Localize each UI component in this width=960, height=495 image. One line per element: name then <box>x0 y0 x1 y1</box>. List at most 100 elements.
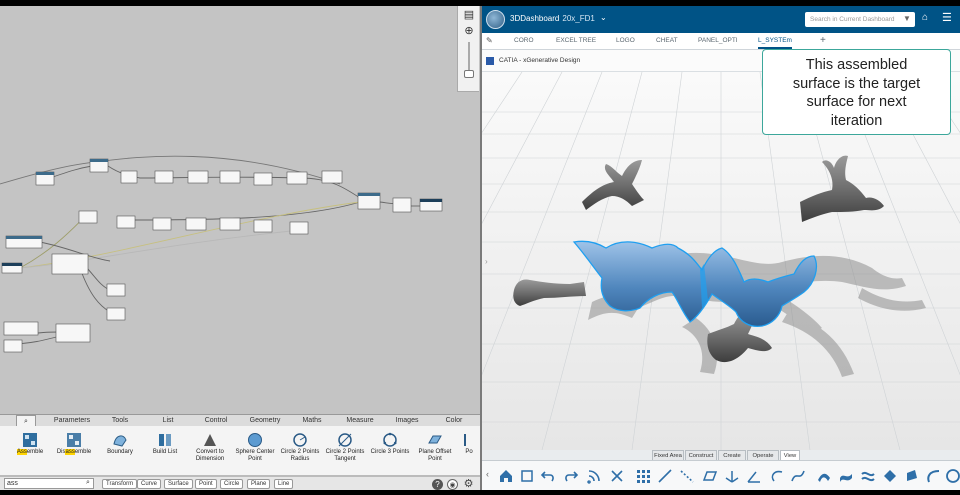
node-canvas[interactable] <box>0 6 480 420</box>
compass-icon[interactable] <box>486 10 505 29</box>
section-operate[interactable]: Operate <box>747 450 779 460</box>
section-view[interactable]: View <box>780 450 800 460</box>
build-list-button[interactable]: Build List <box>143 429 187 473</box>
node[interactable] <box>106 283 126 297</box>
polyline-button[interactable] <box>678 466 696 486</box>
node[interactable] <box>219 170 241 184</box>
node[interactable] <box>1 262 23 274</box>
section-construct[interactable]: Construct <box>685 450 717 460</box>
node[interactable] <box>154 170 174 184</box>
node[interactable] <box>289 221 309 235</box>
node[interactable] <box>116 215 136 229</box>
node[interactable] <box>219 217 241 231</box>
dashboard-title[interactable]: 3DDashboard 20x_FD1 <box>510 14 595 23</box>
map-icon[interactable]: ▤ <box>462 8 476 22</box>
circle-arc-button[interactable] <box>767 466 785 486</box>
redo-button[interactable] <box>562 466 580 486</box>
sphere-center-button[interactable]: Sphere Center Point <box>233 429 277 473</box>
curve-tool-button[interactable] <box>924 466 942 486</box>
node[interactable] <box>185 217 207 231</box>
node[interactable] <box>419 198 443 212</box>
filter-chip[interactable]: Line <box>274 479 294 489</box>
node[interactable] <box>3 339 23 353</box>
eye-icon[interactable]: ◉ <box>447 479 458 490</box>
curve-tool-icon <box>927 470 940 483</box>
wire <box>49 165 93 179</box>
chevron-down-icon[interactable]: ⌄ <box>600 13 607 22</box>
home-button[interactable] <box>497 466 515 486</box>
section-fixed-area[interactable]: Fixed Area <box>652 450 684 460</box>
chevron-left-icon[interactable]: › <box>485 257 488 266</box>
filter-chip[interactable]: Point <box>195 479 217 489</box>
tab-panel-opti[interactable]: PANEL_OPTI <box>698 33 738 49</box>
tab-cheat[interactable]: CHEAT <box>656 33 678 49</box>
dashboard-search-input[interactable]: Search in Current Dashboard <box>805 12 915 27</box>
line-button[interactable] <box>656 466 674 486</box>
filter-chip[interactable]: Curve <box>137 479 162 489</box>
node[interactable] <box>187 170 209 184</box>
point-button[interactable]: Po <box>458 429 480 473</box>
node[interactable] <box>35 171 55 186</box>
spline-button[interactable] <box>789 466 807 486</box>
component-search-input[interactable]: ass <box>4 478 94 489</box>
node[interactable] <box>253 172 273 186</box>
filter-chip[interactable]: Transform <box>102 479 138 489</box>
node[interactable] <box>89 158 109 173</box>
pen-icon[interactable]: ✎ <box>486 36 493 45</box>
boundary-button[interactable]: Boundary <box>98 429 142 473</box>
zoom-slider-knob[interactable] <box>464 70 474 78</box>
undo-button[interactable] <box>539 466 557 486</box>
plane-button[interactable] <box>701 466 719 486</box>
assemble-button[interactable]: Assemble <box>8 429 52 473</box>
add-tab-button[interactable]: + <box>820 33 826 49</box>
circle-radius-button[interactable]: Circle 2 Points Radius <box>278 429 322 473</box>
circle-tangent-button[interactable]: Circle 2 Points Tangent <box>323 429 367 473</box>
node[interactable] <box>253 219 273 233</box>
node[interactable] <box>3 321 39 336</box>
point-tool-button[interactable] <box>608 466 626 486</box>
filter-chip[interactable]: Circle <box>220 479 244 489</box>
zoom-icon[interactable]: ⊕ <box>462 24 476 38</box>
node[interactable] <box>78 210 98 224</box>
tab-coro[interactable]: CORO <box>514 33 534 49</box>
blend-button[interactable] <box>859 466 877 486</box>
disassemble-button[interactable]: Disassemble <box>52 429 96 473</box>
plane-offset-button[interactable]: Plane Offset Point <box>413 429 457 473</box>
node[interactable] <box>51 253 89 275</box>
circle-3pt-button[interactable]: Circle 3 Points <box>368 429 412 473</box>
help-icon[interactable]: ? <box>432 479 443 490</box>
search-icon[interactable]: ⌕ <box>86 479 90 487</box>
loft-button[interactable] <box>837 466 855 486</box>
chevron-left-icon[interactable]: ‹ <box>486 469 489 479</box>
feed-button[interactable] <box>585 466 603 486</box>
filter-chip[interactable]: Plane <box>247 479 271 489</box>
node[interactable] <box>106 307 126 321</box>
filter-icon[interactable]: ▼ <box>903 14 911 23</box>
node[interactable] <box>392 197 412 213</box>
node[interactable] <box>321 170 343 184</box>
sphere-tool-button[interactable] <box>943 466 960 486</box>
tab-l-system[interactable]: L_SYSTEm <box>758 33 792 49</box>
node[interactable] <box>152 217 172 231</box>
fit-button[interactable] <box>518 466 536 486</box>
gear-icon[interactable]: ⚙ <box>463 479 474 490</box>
menu-icon[interactable]: ☰ <box>942 11 952 24</box>
filter-chip[interactable]: Surface <box>164 479 193 489</box>
fill-button[interactable] <box>881 466 899 486</box>
node[interactable] <box>5 235 43 249</box>
home-icon <box>500 470 512 482</box>
node[interactable] <box>55 323 91 343</box>
convert-dimension-button[interactable]: Convert to Dimension <box>188 429 232 473</box>
tag-icon[interactable]: ⌂ <box>922 12 928 23</box>
extrude-button[interactable] <box>903 466 921 486</box>
tab-logo[interactable]: LOGO <box>616 33 635 49</box>
node[interactable] <box>120 170 138 184</box>
node[interactable] <box>286 171 308 185</box>
section-create[interactable]: Create <box>718 450 746 460</box>
corner-button[interactable] <box>745 466 763 486</box>
tab-excel-tree[interactable]: EXCEL TREE <box>556 33 596 49</box>
grid-button[interactable] <box>634 466 652 486</box>
axis-button[interactable] <box>723 466 741 486</box>
sweep-button[interactable] <box>815 466 833 486</box>
node[interactable] <box>357 192 381 210</box>
